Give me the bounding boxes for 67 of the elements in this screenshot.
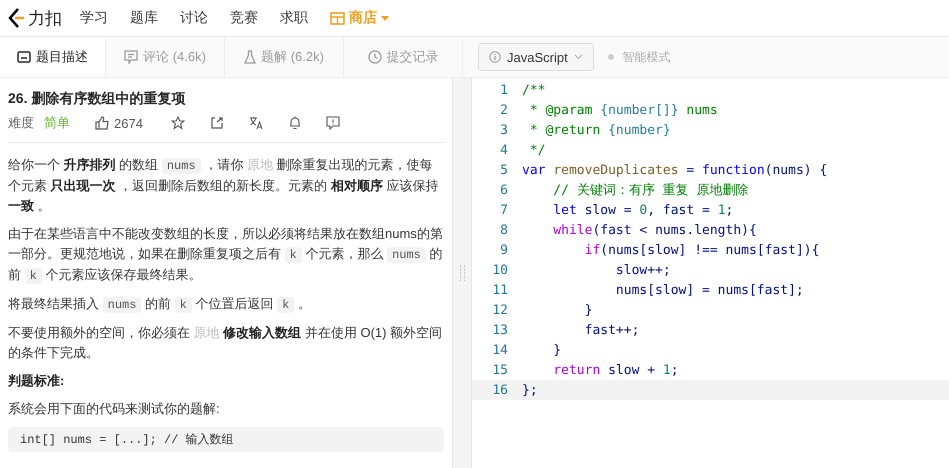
difficulty-label: 难度 [8,114,34,132]
line-number: 15 [491,362,509,378]
share-icon[interactable] [210,116,224,130]
line-number: 8 [499,222,509,238]
document-icon [17,51,31,63]
code-line: */ [528,142,546,158]
paragraph: 判题标准: [8,372,66,390]
line-number: 16 [491,382,509,398]
flask-icon [244,50,256,64]
thumbs-up-icon [95,116,110,130]
nav-link[interactable]: 竞赛 [230,9,258,27]
comment-icon [124,50,138,64]
line-number: 12 [491,302,509,318]
code-line: * @return {number} [528,122,671,138]
code-line: /** [522,82,546,98]
line-number: 11 [491,282,509,298]
line-number: 4 [499,142,509,158]
code-line: while(fast < nums.length){ [552,222,757,238]
language-select[interactable]: JavaScript [478,43,594,71]
code-line: fast++; [584,322,640,338]
translate-icon[interactable] [248,116,264,130]
code-line: }; [522,382,538,398]
paragraph: 不要使用额外的空间，你必须在 原地 修改输入数组 并在使用 O(1) 额外空间的条件下完成。 [8,324,444,362]
paragraph: 系统会用下面的代码来测试你的题解: [8,400,221,418]
line-number: 9 [499,242,509,258]
code-sample: int[] nums = [...]; // 输入数组 [8,427,444,452]
paragraph: 将最终结果插入 nums 的前 k 个位置后返回 k 。 [8,295,312,315]
line-number: 5 [499,162,509,178]
line-number: 3 [499,122,509,138]
code-line: return slow + 1; [552,362,679,378]
caret-icon [381,16,389,20]
code-line: } [552,342,562,358]
line-number: 14 [491,342,509,358]
nav-link[interactable]: 题库 [130,9,158,27]
code-line: } [584,302,592,318]
line-number: 13 [491,322,509,338]
nav-link[interactable]: 讨论 [180,9,208,27]
clock-icon [368,50,382,64]
nav-link[interactable]: 学习 [80,9,108,27]
code-line: nums[slow] = nums[fast]; [614,282,804,298]
code-line: var removeDuplicates = function(nums) { [522,162,828,178]
code-line: if(nums[slow] !== nums[fast]){ [584,242,820,258]
star-icon[interactable] [170,116,185,130]
line-number: 2 [499,102,509,118]
chevron-icon [574,54,583,60]
line-number: 6 [499,182,509,198]
code-line: * @param {number[]} nums [528,102,718,118]
code-line: // 关键词：有序 重复 原地删除 [552,182,748,199]
logo-text[interactable]: 力扣 [28,6,62,30]
line-number: 10 [491,262,509,278]
code-line: let slow = 0, fast = 1; [552,202,734,218]
resize-handle[interactable] [460,265,464,281]
paragraph: 给你一个 升序排列 的数组 nums ，请你 原地 删除重复出现的元素，使每个元素 只出现一次 ，返回删除后数组的新长度。元素的 相对顺序 应该保持 一致 。 [8,156,440,215]
paragraph: 由于在某些语言中不能改变数组的长度，所以必须将结果放在数组nums的第一部分。更规范地说，如果在删除重复项之后有 k 个元素，那么 nums 的前 k 个元素应该保存最终结果。 [8,225,444,286]
nav-link[interactable]: 求职 [280,9,308,27]
info-icon [489,51,501,63]
difficulty-value: 简单 [44,114,70,132]
tab[interactable]: 题目描述 [0,37,106,77]
line-number: 7 [499,202,509,218]
feedback-icon[interactable] [326,116,340,130]
bell-icon[interactable] [288,116,301,130]
problem-title: 26. 删除有序数组中的重复项 [8,90,186,108]
like-button[interactable]: 2674 [95,116,143,130]
code-line: slow++; [614,262,671,278]
logo-icon [6,7,26,29]
shop-icon [330,12,345,24]
line-number: 1 [499,82,509,98]
